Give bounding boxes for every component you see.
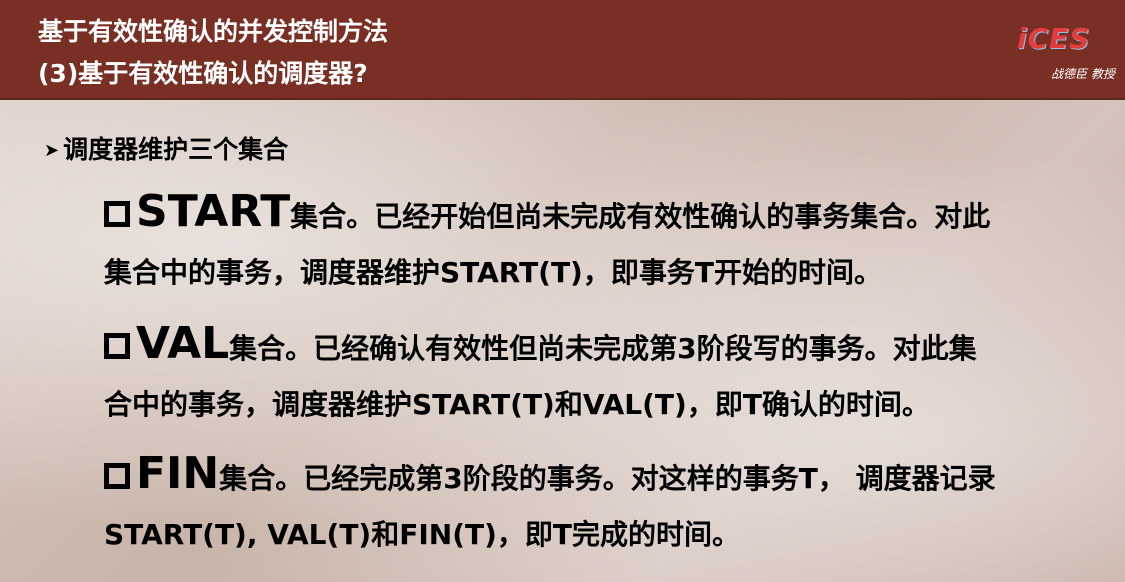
set-desc-line2: 合中的事务，调度器维护START(T)和VAL(T)，即T确认的时间。	[104, 388, 930, 421]
set-item-val: VAL集合。已经确认有效性但尚未完成第3阶段写的事务。对此集 合中的事务，调度器…	[104, 316, 1104, 433]
set-term: START	[136, 186, 291, 237]
square-bullet-icon	[104, 463, 130, 489]
set-desc-line1: 集合。已经开始但尚未完成有效性确认的事务集合。对此	[290, 200, 991, 233]
set-desc-line2: START(T), VAL(T)和FIN(T)，即T完成的时间。	[104, 518, 740, 551]
ices-logo: iCES 战德臣 教授	[1009, 4, 1119, 86]
slide-subtitle: (3)基于有效性确认的调度器?	[38, 59, 368, 88]
bullet-text: 调度器维护三个集合	[63, 135, 289, 164]
bullet-point: ➤ 调度器维护三个集合	[44, 130, 288, 166]
logo-text: iCES	[1017, 22, 1091, 55]
set-item-start: START集合。已经开始但尚未完成有效性确认的事务集合。对此 集合中的事务，调度…	[104, 184, 1104, 301]
set-desc-line1: 集合。已经完成第3阶段的事务。对这样的事务T， 调度器记录	[219, 462, 996, 495]
square-bullet-icon	[104, 201, 130, 227]
set-term: FIN	[136, 448, 220, 499]
set-desc-line2: 集合中的事务，调度器维护START(T)，即事务T开始的时间。	[104, 256, 882, 289]
logo-caption: 战德臣 教授	[1051, 67, 1115, 81]
square-bullet-icon	[104, 333, 130, 359]
arrow-bullet-icon: ➤	[44, 140, 60, 161]
set-term: VAL	[136, 318, 230, 369]
set-desc-line1: 集合。已经确认有效性但尚未完成第3阶段写的事务。对此集	[229, 332, 977, 365]
slide-header: 基于有效性确认的并发控制方法 (3)基于有效性确认的调度器? iCES 战德臣 …	[0, 0, 1125, 100]
slide-title: 基于有效性确认的并发控制方法	[38, 17, 389, 46]
set-item-fin: FIN集合。已经完成第3阶段的事务。对这样的事务T， 调度器记录 START(T…	[104, 446, 1104, 563]
